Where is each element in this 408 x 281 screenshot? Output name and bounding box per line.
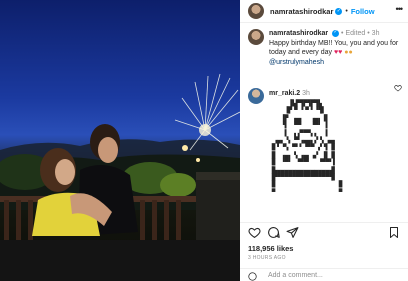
more-icon[interactable]: ••• bbox=[396, 4, 404, 14]
heart-icon[interactable] bbox=[248, 226, 261, 239]
caption-avatar[interactable] bbox=[248, 29, 264, 45]
emoji-icon[interactable] bbox=[248, 272, 257, 281]
caption-emoji-icon: ●● bbox=[344, 49, 353, 56]
author-username[interactable]: namratashirodkar bbox=[270, 7, 333, 16]
comment-time: 3h bbox=[302, 90, 310, 97]
caption-dot: • bbox=[367, 30, 370, 37]
caption-dot: • bbox=[341, 30, 344, 37]
follow-button[interactable]: Follow bbox=[351, 7, 375, 16]
divider bbox=[240, 222, 408, 223]
caption-username[interactable]: namratashirodkar bbox=[269, 30, 328, 37]
divider bbox=[240, 22, 408, 23]
commenter-username[interactable]: mr_raki.2 bbox=[269, 90, 300, 97]
verified-icon: ✓ bbox=[332, 29, 340, 37]
post-panel: namratashirodkar ✓ • Follow ••• namratas… bbox=[240, 0, 408, 281]
post-header: namratashirodkar ✓ • Follow ••• bbox=[240, 0, 408, 22]
save-icon[interactable] bbox=[388, 226, 400, 239]
author-avatar[interactable] bbox=[248, 3, 264, 19]
post-time-ago: 3 HOURS AGO bbox=[248, 255, 286, 261]
likes-count[interactable]: 118,956 likes bbox=[248, 244, 293, 253]
add-comment-bar: Add a comment... bbox=[240, 268, 408, 281]
caption-hearts: ♥♥ bbox=[334, 49, 343, 56]
photo-illustration bbox=[0, 73, 240, 281]
commenter-avatar[interactable] bbox=[248, 88, 264, 104]
share-icon[interactable] bbox=[286, 226, 299, 239]
comment-like-heart-icon[interactable] bbox=[394, 84, 402, 92]
caption-mention[interactable]: @urstrulymahesh bbox=[269, 59, 324, 66]
post-photo bbox=[0, 0, 240, 281]
comment-ascii-art: ▐▙▛▜▛▜▛▜▙ ▐▛▝▘▝▝▘▘▝▜▌ ▐▛ ▗▄▖ ▗▄▖▐▌ ▝▌ ▝▀… bbox=[269, 100, 345, 196]
comment-header: mr_raki.2 3h bbox=[269, 90, 310, 97]
action-bar bbox=[240, 224, 408, 242]
caption-time: 3h bbox=[371, 30, 380, 37]
separator-dot: • bbox=[345, 7, 348, 15]
caption-edited: Edited bbox=[345, 30, 366, 37]
add-comment-input[interactable]: Add a comment... bbox=[268, 272, 323, 279]
verified-icon: ✓ bbox=[335, 7, 343, 15]
caption-text-block: namratashirodkar ✓ • Edited • 3h Happy b… bbox=[269, 29, 399, 67]
comment-icon[interactable] bbox=[267, 226, 280, 239]
